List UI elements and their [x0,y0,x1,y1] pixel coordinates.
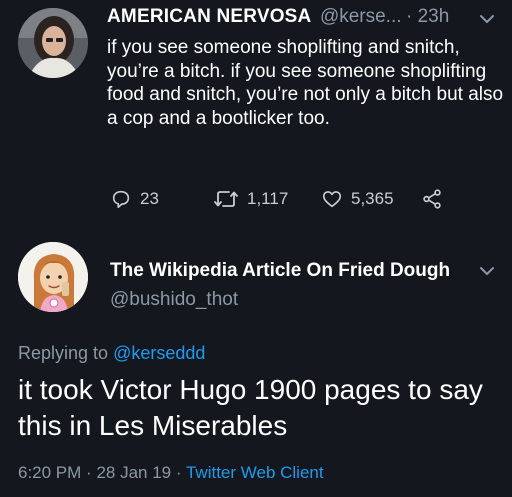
replying-to-line: Replying to @kerseddd [18,343,205,364]
tweet-metadata: 6:20 PM · 28 Jan 19 · Twitter Web Client [18,463,324,483]
retweet-button[interactable]: 1,117 [213,188,288,210]
reply-count: 23 [140,189,159,208]
avatar[interactable] [18,8,88,78]
separator: · [175,463,182,482]
tweet-text: if you see someone shoplifting and snitc… [107,37,504,129]
replying-label: Replying to [18,343,109,363]
tweet-actions: 23 1,117 5,365 [0,188,512,212]
share-button[interactable] [421,188,443,210]
chevron-down-icon[interactable] [478,10,496,28]
tweet-time[interactable]: 6:20 PM [18,463,81,482]
like-count: 5,365 [351,189,394,208]
handle[interactable]: @kerse... [320,6,402,27]
replying-to-link[interactable]: @kerseddd [113,343,205,363]
tweet-date[interactable]: 28 Jan 19 [96,463,171,482]
retweet-icon [214,191,238,207]
retweet-count: 1,117 [247,189,289,208]
share-icon [423,189,441,209]
reply-button[interactable]: 23 [110,188,159,210]
like-button[interactable]: 5,365 [321,188,394,210]
chevron-down-icon[interactable] [478,262,496,280]
tweet-header: AMERICAN NERVOSA @kerse... · 23h [107,6,502,32]
avatar-photo [18,8,88,78]
handle[interactable]: @bushido_thot [110,289,238,311]
avatar[interactable] [18,242,88,312]
timestamp[interactable]: · 23h [406,6,449,27]
avatar-cartoon [18,242,88,312]
display-name[interactable]: The Wikipedia Article On Fried Dough [110,260,450,282]
tweet-text: it took Victor Hugo 1900 pages to say th… [18,374,483,441]
heart-icon [322,191,342,208]
display-name[interactable]: AMERICAN NERVOSA [107,6,311,27]
client-link[interactable]: Twitter Web Client [186,463,324,482]
reply-icon [112,190,130,209]
separator: · [86,463,92,482]
